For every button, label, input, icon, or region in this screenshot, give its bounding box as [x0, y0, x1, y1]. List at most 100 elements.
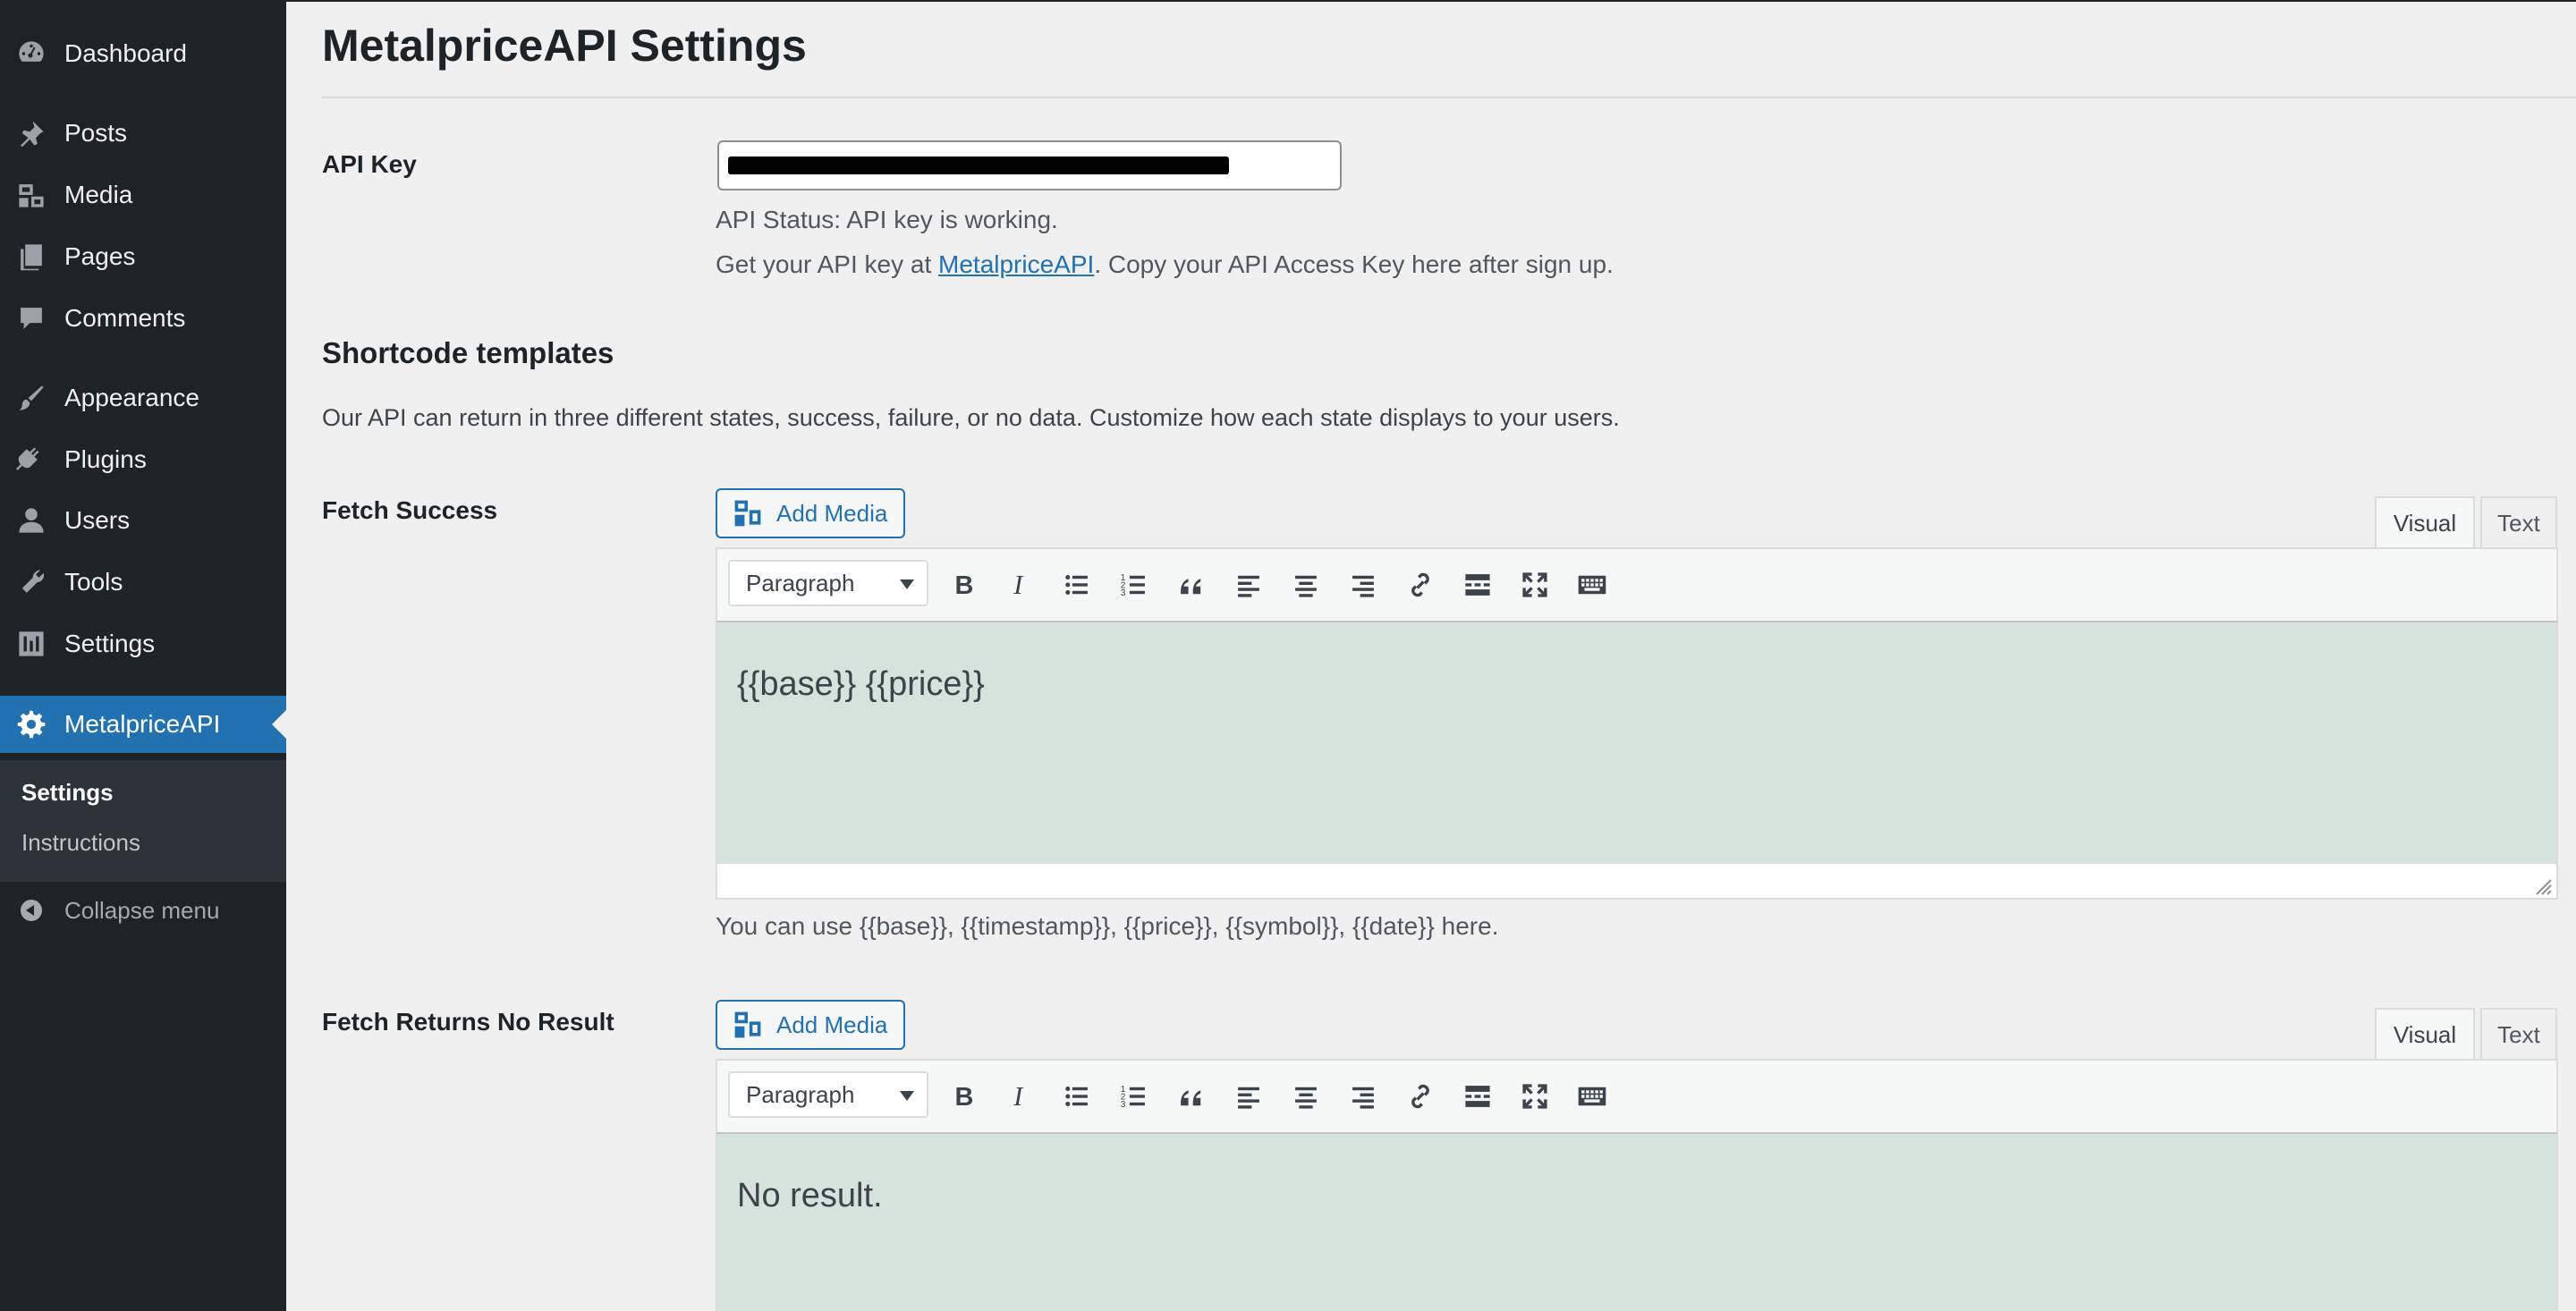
sidebar-item-label: Appearance: [64, 384, 200, 411]
align-left-button[interactable]: [1227, 563, 1270, 606]
bullet-list-button[interactable]: [1055, 563, 1098, 606]
divider: [322, 97, 2576, 98]
sidebar-item-label: Dashboard: [64, 39, 187, 67]
read-more-icon: [1465, 1086, 1490, 1107]
toolbar-toggle-button[interactable]: [1571, 563, 1614, 606]
fullscreen-icon: [1522, 572, 1547, 597]
add-media-button[interactable]: Add Media: [716, 1000, 905, 1050]
editor-content-area[interactable]: No result.: [716, 1134, 2558, 1311]
align-center-button[interactable]: [1284, 1075, 1327, 1118]
blockquote-button[interactable]: [1170, 563, 1213, 606]
metalpriceapi-link[interactable]: MetalpriceAPI: [938, 250, 1094, 278]
svg-text:B: B: [955, 571, 974, 600]
api-key-help: Get your API key at MetalpriceAPI. Copy …: [716, 250, 1614, 278]
current-menu-arrow: [272, 710, 286, 739]
blockquote-icon: [1181, 579, 1201, 595]
page-title: MetalpriceAPI Settings: [322, 21, 807, 71]
read-more-button[interactable]: [1456, 563, 1499, 606]
bullet-list-icon: [1065, 1086, 1088, 1107]
numbered-list-button[interactable]: 123: [1113, 563, 1156, 606]
tab-visual[interactable]: Visual: [2375, 496, 2475, 548]
read-more-button[interactable]: [1456, 1075, 1499, 1118]
numbered-list-button[interactable]: 123: [1113, 1075, 1156, 1118]
fullscreen-button[interactable]: [1513, 1075, 1556, 1118]
format-select[interactable]: Paragraph: [728, 560, 928, 606]
sidebar-item-dashboard[interactable]: Dashboard: [0, 25, 286, 82]
link-icon: [1411, 572, 1429, 597]
sidebar-item-comments[interactable]: Comments: [0, 290, 286, 347]
align-left-icon: [1238, 1087, 1259, 1109]
align-right-icon: [1352, 575, 1374, 597]
bold-button[interactable]: B: [941, 1075, 984, 1118]
api-key-label: API Key: [322, 150, 417, 178]
align-left-button[interactable]: [1227, 1075, 1270, 1118]
editor-text: No result.: [737, 1177, 883, 1214]
add-media-label: Add Media: [776, 1011, 888, 1038]
resize-handle-icon[interactable]: [2535, 878, 2553, 896]
sidebar-item-label: Users: [64, 506, 131, 534]
numbered-list-icon: 123: [1121, 1085, 1145, 1110]
blockquote-icon: [1181, 1090, 1201, 1106]
fullscreen-button[interactable]: [1513, 563, 1556, 606]
sidebar-item-posts[interactable]: Posts: [0, 105, 286, 162]
link-button[interactable]: [1399, 563, 1442, 606]
submenu: Settings Instructions: [0, 760, 286, 882]
editor-text: {{base}} {{price}}: [737, 665, 985, 703]
align-right-button[interactable]: [1342, 563, 1385, 606]
sidebar-item-plugins[interactable]: Plugins: [0, 431, 286, 488]
sidebar-item-label: Media: [64, 181, 133, 208]
editor-content-area[interactable]: {{base}} {{price}}: [716, 622, 2558, 862]
fetch-success-label: Fetch Success: [322, 496, 498, 524]
submenu-item-instructions[interactable]: Instructions: [21, 829, 140, 857]
comment-icon: [16, 303, 47, 334]
collapse-menu-button[interactable]: Collapse menu: [0, 882, 286, 939]
wrench-icon: [16, 567, 47, 597]
align-right-button[interactable]: [1342, 1075, 1385, 1118]
dashboard-icon: [16, 38, 47, 69]
top-border: [286, 0, 2576, 2]
placeholder-help: You can use {{base}}, {{timestamp}}, {{p…: [716, 912, 1499, 940]
tab-text[interactable]: Text: [2480, 496, 2557, 548]
italic-icon: I: [1013, 1081, 1024, 1112]
redacted-api-key: [728, 156, 1229, 174]
bold-button[interactable]: B: [941, 563, 984, 606]
link-button[interactable]: [1399, 1075, 1442, 1118]
svg-text:I: I: [1013, 570, 1024, 600]
sidebar-item-label: Pages: [64, 242, 136, 270]
add-media-icon: [734, 500, 761, 527]
pin-icon: [16, 118, 47, 148]
chevron-down-icon: [900, 1091, 914, 1101]
numbered-list-icon: 123: [1121, 573, 1145, 598]
blockquote-button[interactable]: [1170, 1075, 1213, 1118]
sidebar-item-label: Comments: [64, 304, 186, 332]
format-select[interactable]: Paragraph: [728, 1071, 928, 1118]
link-icon: [1411, 1084, 1429, 1109]
sidebar-item-label: MetalpriceAPI: [64, 710, 221, 738]
tab-visual[interactable]: Visual: [2375, 1008, 2475, 1060]
add-media-button[interactable]: Add Media: [716, 488, 905, 538]
sidebar-item-media[interactable]: Media: [0, 166, 286, 224]
bullet-list-button[interactable]: [1055, 1075, 1098, 1118]
svg-text:I: I: [1013, 1081, 1024, 1112]
sidebar-item-appearance[interactable]: Appearance: [0, 369, 286, 427]
api-key-input[interactable]: [717, 140, 1342, 190]
align-center-button[interactable]: [1284, 563, 1327, 606]
sidebar-item-users[interactable]: Users: [0, 492, 286, 549]
tab-text[interactable]: Text: [2480, 1008, 2557, 1060]
toolbar-toggle-button[interactable]: [1571, 1075, 1614, 1118]
sidebar-item-metalpriceapi[interactable]: MetalpriceAPI: [0, 696, 286, 753]
format-select-value: Paragraph: [746, 569, 855, 596]
italic-button[interactable]: I: [998, 563, 1041, 606]
editor-toolbar: Paragraph B I 123: [716, 547, 2558, 622]
italic-button[interactable]: I: [998, 1075, 1041, 1118]
collapse-menu-label: Collapse menu: [64, 896, 220, 924]
sidebar-item-pages[interactable]: Pages: [0, 228, 286, 285]
svg-text:B: B: [955, 1083, 974, 1112]
submenu-item-settings[interactable]: Settings: [21, 779, 114, 807]
add-media-icon: [734, 1011, 761, 1038]
toolbar-toggle-icon: [1578, 575, 1606, 595]
align-right-icon: [1352, 1087, 1374, 1109]
sidebar-item-settings[interactable]: Settings: [0, 615, 286, 672]
sidebar-item-tools[interactable]: Tools: [0, 554, 286, 611]
admin-sidebar: Dashboard Posts Media Pages Comments App…: [0, 0, 286, 1311]
